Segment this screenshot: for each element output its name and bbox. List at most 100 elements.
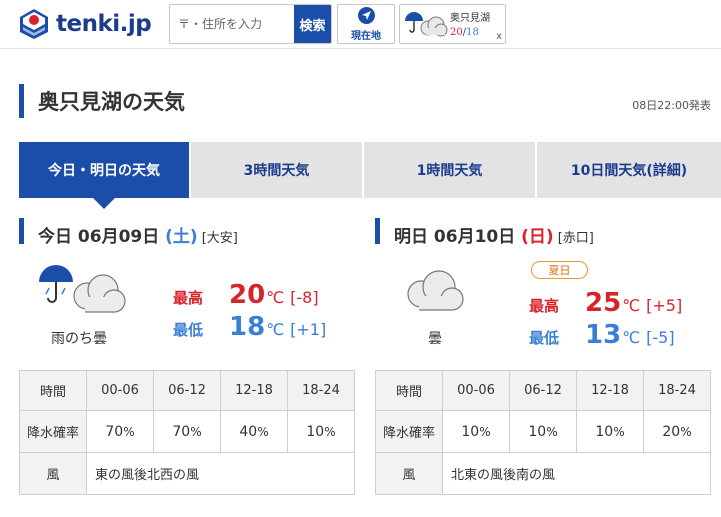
- site-logo[interactable]: tenki.jp: [18, 8, 152, 40]
- rain-then-cloud-icon: [402, 10, 448, 44]
- precip-unit: %: [324, 424, 336, 439]
- tomorrow-rokuyo: [赤口]: [557, 231, 594, 246]
- today-low-diff: [+1]: [290, 320, 327, 339]
- today-high-value: 20: [229, 280, 266, 310]
- tomorrow-low-diff: [-5]: [646, 328, 675, 347]
- today-high-row: 最高 20 ℃ [-8]: [173, 280, 319, 310]
- table-row: 降水確率 10% 10% 10% 20%: [375, 410, 711, 453]
- today-low-label: 最低: [173, 321, 204, 339]
- tomorrow-weekday: (日): [521, 227, 554, 247]
- today-weekday: (土): [165, 227, 198, 247]
- tomorrow-weather-text: 曇: [428, 331, 442, 347]
- summer-day-badge: 夏日: [531, 261, 588, 279]
- today-rokuyo: [大安]: [201, 231, 238, 246]
- tomorrow-forecast-table: 時間 00-06 06-12 12-18 18-24 降水確率 10% 10% …: [375, 370, 711, 495]
- time-slot: 12-18: [220, 370, 288, 411]
- recent-point-low: 18: [466, 27, 479, 38]
- recent-point-temps: 20/18: [450, 27, 479, 38]
- tomorrow-high-diff: [+5]: [646, 296, 683, 315]
- today-forecast: 今日 06月09日 (土) [大安] 雨のち曇 最高 20 ℃ [-8] 最低 1…: [19, 214, 355, 504]
- tomorrow-low-row: 最低 13 ℃ [-5]: [529, 320, 675, 350]
- rain-then-cloud-icon: [37, 260, 127, 328]
- tomorrow-high-row: 最高 25 ℃ [+5]: [529, 288, 682, 318]
- tomorrow-low-label: 最低: [529, 329, 560, 347]
- table-row: 風 北東の風後南の風: [375, 452, 711, 495]
- time-slot: 06-12: [153, 370, 221, 411]
- today-low-value: 18: [229, 312, 266, 342]
- tomorrow-accent: [375, 218, 380, 244]
- precip-unit: %: [613, 424, 625, 439]
- title-accent: [19, 84, 24, 118]
- today-weather-text: 雨のち曇: [51, 331, 107, 347]
- time-slot: 18-24: [643, 370, 711, 411]
- precip-unit: %: [546, 424, 558, 439]
- recent-point-name: 奥只見湖: [450, 13, 490, 24]
- today-low-unit: ℃: [266, 320, 285, 339]
- tab-today-tomorrow[interactable]: 今日・明日の天気: [19, 142, 189, 209]
- precip-cell: 40%: [220, 410, 288, 453]
- search-button[interactable]: 検索: [294, 5, 331, 43]
- tomorrow-low-unit: ℃: [622, 328, 641, 347]
- recent-point-high: 20: [450, 27, 463, 38]
- table-row: 時間 00-06 06-12 12-18 18-24: [375, 370, 711, 411]
- announce-time: 08日22:00発表: [632, 99, 711, 112]
- wind-value: 北東の風後南の風: [442, 452, 711, 495]
- precip-value: 70: [172, 423, 191, 440]
- time-slot: 12-18: [576, 370, 644, 411]
- page-title: 奥只見湖の天気: [38, 90, 185, 114]
- precip-unit: %: [190, 424, 202, 439]
- precip-cell: 10%: [509, 410, 577, 453]
- today-accent: [19, 218, 24, 244]
- precip-cell: 10%: [576, 410, 644, 453]
- search-box: 検索: [169, 4, 332, 44]
- recent-point-card[interactable]: 奥只見湖 20/18 x: [399, 4, 506, 44]
- precip-header: 降水確率: [19, 410, 87, 453]
- precip-value: 10: [461, 423, 480, 440]
- tomorrow-date-heading: 明日 06月10日 (日) [赤口]: [394, 222, 594, 247]
- today-high-unit: ℃: [266, 288, 285, 307]
- precip-value: 20: [662, 423, 681, 440]
- time-slot: 00-06: [442, 370, 510, 411]
- tomorrow-date: 明日 06月10日: [394, 227, 522, 247]
- precip-unit: %: [680, 424, 692, 439]
- today-forecast-table: 時間 00-06 06-12 12-18 18-24 降水確率 70% 70% …: [19, 370, 355, 495]
- wind-value: 東の風後北西の風: [86, 452, 355, 495]
- location-arrow-icon: [357, 6, 375, 24]
- logo-text: tenki.jp: [56, 11, 152, 37]
- precip-unit: %: [479, 424, 491, 439]
- tab-3hour[interactable]: 3時間天気: [191, 142, 362, 198]
- precip-unit: %: [257, 424, 269, 439]
- site-header: tenki.jp 検索 現在地 奥只見湖 20/18 x: [0, 0, 721, 50]
- tab-1hour[interactable]: 1時間天気: [364, 142, 535, 198]
- tomorrow-low-value: 13: [585, 320, 622, 350]
- search-input[interactable]: [170, 5, 294, 43]
- cloudy-icon: [403, 260, 467, 328]
- location-button-label: 現在地: [351, 30, 381, 42]
- precip-value: 10: [595, 423, 614, 440]
- time-slot: 06-12: [509, 370, 577, 411]
- precip-cell: 70%: [153, 410, 221, 453]
- time-header: 時間: [375, 370, 443, 411]
- time-header: 時間: [19, 370, 87, 411]
- precip-cell: 10%: [287, 410, 355, 453]
- close-icon[interactable]: x: [496, 31, 502, 42]
- tomorrow-forecast: 明日 06月10日 (日) [赤口] 曇 夏日 最高 25 ℃ [+5] 最低 1…: [375, 214, 711, 504]
- today-high-label: 最高: [173, 289, 204, 307]
- precip-value: 70: [105, 423, 124, 440]
- precip-unit: %: [123, 424, 135, 439]
- wind-header: 風: [375, 452, 443, 495]
- current-location-button[interactable]: 現在地: [337, 4, 395, 44]
- precip-value: 40: [239, 423, 258, 440]
- tomorrow-high-value: 25: [585, 288, 622, 318]
- precip-value: 10: [306, 423, 325, 440]
- today-high-diff: [-8]: [290, 288, 319, 307]
- table-row: 時間 00-06 06-12 12-18 18-24: [19, 370, 355, 411]
- header-divider: [0, 48, 721, 49]
- time-slot: 00-06: [86, 370, 154, 411]
- tab-10day[interactable]: 10日間天気(詳細): [537, 142, 721, 198]
- precip-cell: 20%: [643, 410, 711, 453]
- tomorrow-high-unit: ℃: [622, 296, 641, 315]
- precip-header: 降水確率: [375, 410, 443, 453]
- today-date-heading: 今日 06月09日 (土) [大安]: [38, 222, 238, 247]
- tenki-logo-icon: [18, 8, 50, 40]
